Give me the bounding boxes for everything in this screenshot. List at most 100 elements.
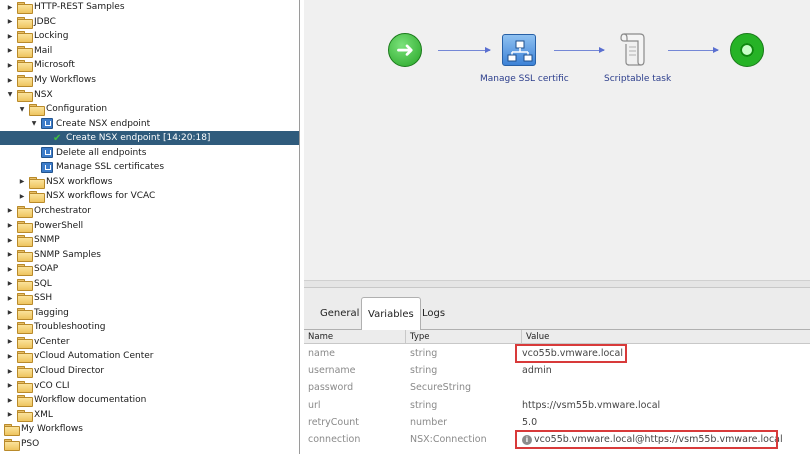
expand-down-icon[interactable]: ▼ bbox=[30, 120, 38, 128]
tree-item[interactable]: ▶ Workflow documentation bbox=[0, 393, 299, 408]
tree-item-label: PowerShell bbox=[34, 220, 84, 231]
tree-item-label: vCloud Automation Center bbox=[34, 351, 154, 362]
end-node-end-icon[interactable] bbox=[730, 33, 764, 67]
expand-right-icon[interactable]: ▶ bbox=[18, 192, 26, 200]
tree-item-label: Manage SSL certificates bbox=[56, 162, 165, 173]
expand-right-icon[interactable]: ▶ bbox=[6, 323, 14, 331]
expand-right-icon[interactable]: ▶ bbox=[6, 251, 14, 259]
tree-item[interactable]: ▶ Troubleshooting bbox=[0, 320, 299, 335]
folder-icon bbox=[29, 176, 45, 189]
expand-right-icon[interactable]: ▶ bbox=[6, 76, 14, 84]
tree-item[interactable]: ▶ JDBC bbox=[0, 15, 299, 30]
tree-item[interactable]: ▶ NSX workflows bbox=[0, 175, 299, 190]
schema-canvas: ➜ Manage SSL certific Scriptable task bbox=[304, 0, 810, 280]
expand-right-icon[interactable]: ▶ bbox=[6, 18, 14, 26]
folder-icon bbox=[17, 307, 33, 320]
expand-right-icon[interactable]: ▶ bbox=[6, 411, 14, 419]
tree-item[interactable]: ▶ My Workflows bbox=[0, 73, 299, 88]
expand-right-icon[interactable]: ▶ bbox=[6, 294, 14, 302]
splitter-handle[interactable] bbox=[304, 280, 810, 288]
tab-variables[interactable]: Variables bbox=[361, 297, 421, 331]
folder-icon bbox=[17, 409, 33, 422]
tree-item[interactable]: ▶ Mail bbox=[0, 44, 299, 59]
tree-item[interactable]: ▶ vCenter bbox=[0, 335, 299, 350]
tree-item[interactable]: ▶✔Create NSX endpoint [14:20:18] bbox=[0, 130, 299, 146]
tree-item[interactable]: ▶Delete all endpoints bbox=[0, 146, 299, 161]
folder-icon bbox=[17, 45, 33, 58]
expand-right-icon[interactable]: ▶ bbox=[6, 352, 14, 360]
manage-ssl-workflow-node[interactable] bbox=[502, 34, 536, 66]
tree-item[interactable]: ▶ SQL bbox=[0, 276, 299, 291]
tab-general[interactable]: General bbox=[314, 297, 365, 330]
expand-right-icon[interactable]: ▶ bbox=[6, 265, 14, 273]
folder-icon bbox=[17, 75, 33, 87]
table-row[interactable]: retryCount number 5.0 bbox=[304, 414, 810, 431]
tree-item-label: NSX bbox=[34, 89, 53, 100]
expand-right-icon[interactable]: ▶ bbox=[6, 396, 14, 404]
column-header-value[interactable]: Value bbox=[522, 330, 810, 344]
tree-item[interactable]: ▼ Configuration bbox=[0, 102, 299, 117]
scriptable-task-node[interactable] bbox=[618, 30, 646, 68]
tree-item[interactable]: ▶ SNMP bbox=[0, 233, 299, 248]
expand-right-icon[interactable]: ▶ bbox=[6, 338, 14, 346]
tree-item-label: My Workflows bbox=[21, 424, 83, 435]
tree-item[interactable]: My Workflows bbox=[0, 422, 299, 437]
expand-right-icon[interactable]: ▶ bbox=[18, 178, 26, 186]
expand-right-icon[interactable]: ▶ bbox=[6, 47, 14, 55]
tree-item[interactable]: ▼ NSX bbox=[0, 87, 299, 102]
tree-item[interactable]: ▼ Create NSX endpoint bbox=[0, 116, 299, 131]
column-header-name[interactable]: Name bbox=[304, 330, 406, 344]
tree-item[interactable]: ▶ SNMP Samples bbox=[0, 247, 299, 262]
table-row[interactable]: username string admin bbox=[304, 362, 810, 379]
tree-item-label: SSH bbox=[34, 293, 53, 304]
expand-right-icon[interactable]: ▶ bbox=[6, 222, 14, 230]
folder-icon bbox=[17, 366, 33, 378]
tree-item[interactable]: ▶Manage SSL certificates bbox=[0, 160, 299, 175]
tree-item[interactable]: ▶ XML bbox=[0, 407, 299, 422]
expand-right-icon[interactable]: ▶ bbox=[6, 32, 14, 40]
expand-right-icon[interactable]: ▶ bbox=[6, 367, 14, 375]
variable-type: NSX:Connection bbox=[410, 434, 487, 445]
expand-right-icon[interactable]: ▶ bbox=[6, 207, 14, 215]
workflow-tree[interactable]: ▶ HTTP-REST Samples ▶ JDBC ▶ Locking ▶ Mail ▶ Mic… bbox=[0, 0, 300, 454]
scroll-icon bbox=[620, 33, 645, 66]
expand-right-icon[interactable]: ▶ bbox=[6, 3, 14, 11]
expand-right-icon[interactable]: ▶ bbox=[6, 280, 14, 288]
expand-down-icon[interactable]: ▼ bbox=[18, 105, 26, 113]
expand-right-icon[interactable]: ▶ bbox=[6, 382, 14, 390]
tab-logs[interactable]: Logs bbox=[416, 297, 451, 330]
tree-item-label: Mail bbox=[34, 45, 53, 56]
tree-item[interactable]: ▶ PowerShell bbox=[0, 218, 299, 233]
tree-item[interactable]: ▶ NSX workflows for VCAC bbox=[0, 189, 299, 204]
tree-item[interactable]: ▶ HTTP-REST Samples bbox=[0, 0, 299, 15]
tree-item[interactable]: ▶ vCloud Automation Center bbox=[0, 349, 299, 364]
start-node-arrow-right-icon[interactable]: ➜ bbox=[388, 33, 422, 67]
tree-item[interactable]: PSO bbox=[0, 437, 299, 452]
tree-item[interactable]: ▶ SSH bbox=[0, 291, 299, 306]
column-header-type[interactable]: Type bbox=[406, 330, 522, 344]
tree-item[interactable]: ▶ vCO CLI bbox=[0, 378, 299, 393]
tree-item-label: Delete all endpoints bbox=[56, 147, 147, 158]
tree-item-label: vCloud Director bbox=[34, 366, 105, 376]
folder-icon bbox=[17, 278, 33, 291]
expand-down-icon[interactable]: ▼ bbox=[6, 91, 14, 99]
highlight-box bbox=[515, 430, 778, 449]
token-details-panel: General Variables Logs Name Type Value n… bbox=[304, 288, 810, 454]
expand-right-icon[interactable]: ▶ bbox=[6, 309, 14, 317]
tree-item[interactable]: ▶ vCloud Director bbox=[0, 364, 299, 379]
tree-item[interactable]: ▶ Tagging bbox=[0, 306, 299, 321]
folder-icon bbox=[17, 235, 33, 248]
table-row[interactable]: url string https://vsm55b.vmware.local bbox=[304, 397, 810, 414]
tree-item-label: Create NSX endpoint [14:20:18] bbox=[66, 133, 211, 144]
tree-item[interactable]: ▶ Microsoft bbox=[0, 58, 299, 73]
expand-right-icon[interactable]: ▶ bbox=[6, 61, 14, 69]
variable-type: string bbox=[410, 365, 438, 377]
tree-item-label: Configuration bbox=[46, 104, 108, 115]
tree-item[interactable]: ▶ SOAP bbox=[0, 262, 299, 277]
tree-item-label: vCO CLI bbox=[34, 380, 70, 391]
table-row[interactable]: password SecureString bbox=[304, 379, 810, 396]
tree-item[interactable]: ▶ Locking bbox=[0, 29, 299, 44]
tree-item[interactable]: ▶ Orchestrator bbox=[0, 204, 299, 219]
folder-icon bbox=[17, 205, 33, 218]
expand-right-icon[interactable]: ▶ bbox=[6, 236, 14, 244]
